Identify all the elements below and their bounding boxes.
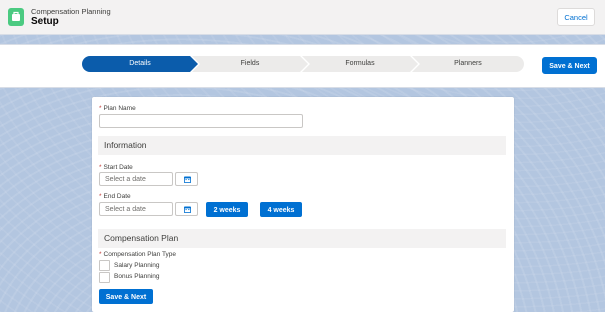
path-step-fields[interactable]: Fields [200,56,300,72]
plan-type-label: * Compensation Plan Type [99,251,176,258]
briefcase-icon [8,8,24,26]
end-date-input[interactable]: Select a date [99,202,173,216]
four-weeks-button[interactable]: 4 weeks [260,202,302,217]
bonus-planning-checkbox[interactable] [99,272,110,283]
app-name: Compensation Planning [31,7,111,16]
path-step-details[interactable]: Details [90,56,190,72]
page-header: Compensation Planning Setup Cancel [0,0,605,35]
two-weeks-button[interactable]: 2 weeks [206,202,248,217]
plan-name-input[interactable] [99,114,303,128]
save-next-button-bottom[interactable]: Save & Next [99,289,153,304]
cancel-button[interactable]: Cancel [557,8,595,26]
required-mark: * [99,193,102,200]
end-date-label-text: End Date [103,193,131,200]
end-date-label: * End Date [99,193,131,200]
salary-planning-checkbox[interactable] [99,260,110,271]
required-mark: * [99,164,102,171]
bonus-planning-label: Bonus Planning [114,273,160,280]
page-title: Setup [31,16,59,27]
start-date-calendar-button[interactable] [175,172,198,186]
plan-type-label-text: Compensation Plan Type [103,251,177,258]
salary-planning-label: Salary Planning [114,262,160,269]
section-compensation-plan: Compensation Plan [98,229,506,248]
progress-path: Details Fields Formulas Planners [82,56,524,72]
section-information: Information [98,136,506,155]
path-step-formulas[interactable]: Formulas [310,56,410,72]
calendar-icon [184,206,191,213]
calendar-icon [184,176,191,183]
start-date-label-text: Start Date [103,164,133,171]
required-mark: * [99,105,102,112]
path-step-planners[interactable]: Planners [420,56,516,72]
end-date-calendar-button[interactable] [175,202,198,216]
start-date-label: * Start Date [99,164,133,171]
required-mark: * [99,251,102,258]
plan-name-label-text: Plan Name [103,105,136,112]
plan-name-label: * Plan Name [99,105,136,112]
start-date-input[interactable]: Select a date [99,172,173,186]
save-next-button-top[interactable]: Save & Next [542,57,597,74]
